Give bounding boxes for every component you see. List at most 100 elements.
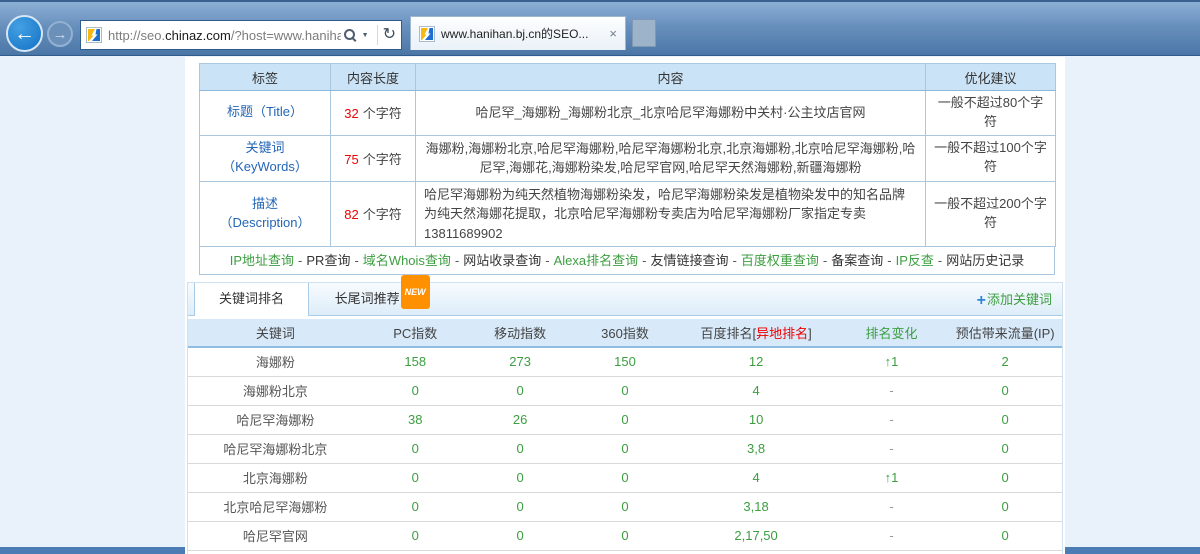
- quick-link[interactable]: Alexa排名查询: [554, 253, 639, 268]
- value-cell: 4: [677, 376, 834, 405]
- value-cell: 0: [948, 550, 1062, 554]
- quick-link[interactable]: IP反查: [896, 253, 934, 268]
- refresh-icon[interactable]: ↻: [383, 27, 396, 43]
- value-cell: 0: [573, 405, 678, 434]
- link-separator: -: [938, 253, 942, 268]
- meta-content: 哈尼罕海娜粉为纯天然植物海娜粉染发，哈尼罕海娜粉染发是植物染发中的知名品牌为纯天…: [416, 181, 926, 247]
- keyword-panel: 关键词排名 长尾词推荐NEW +添加关键词 关键词 PC指数 移动指数 360指…: [187, 282, 1063, 554]
- value-cell: ↑1: [835, 347, 949, 376]
- value-cell: 0: [573, 434, 678, 463]
- quick-link[interactable]: 备案查询: [831, 253, 883, 268]
- meta-suggestion: 一般不超过100个字符: [926, 135, 1056, 181]
- char-count: 82个字符: [331, 181, 416, 247]
- table-row: 北京海娜粉0004↑10: [188, 463, 1062, 492]
- value-cell: 273: [468, 347, 573, 376]
- tab-title: www.hanihan.bj.cn的SEO...: [441, 25, 605, 42]
- quick-link[interactable]: 百度权重查询: [741, 253, 819, 268]
- value-cell: 0: [948, 434, 1062, 463]
- tab-longtail-suggest[interactable]: 长尾词推荐NEW: [313, 283, 422, 316]
- browser-tab[interactable]: www.hanihan.bj.cn的SEO... ×: [410, 16, 626, 50]
- quick-link[interactable]: PR查询: [306, 253, 350, 268]
- search-icon[interactable]: [343, 28, 357, 42]
- keyword-cell: 哈尼罕官网: [188, 521, 363, 550]
- char-count: 75个字符: [331, 135, 416, 181]
- table-row: 关键词 （KeyWords） 75个字符 海娜粉,海娜粉北京,哈尼罕海娜粉,哈尼…: [200, 135, 1056, 181]
- forward-button[interactable]: →: [47, 21, 73, 47]
- site-favicon-icon: [86, 27, 102, 43]
- url-text[interactable]: http://seo.chinaz.com/?host=www.hanihan.…: [108, 28, 341, 43]
- value-cell: 0: [573, 492, 678, 521]
- keyword-cell: 北京海娜粉: [188, 463, 363, 492]
- col-header-mobile-index: 移动指数: [468, 319, 573, 347]
- value-cell: 0: [573, 550, 678, 554]
- value-cell: 3,8: [677, 434, 834, 463]
- tab-favicon-icon: [419, 26, 435, 42]
- value-cell: 0: [363, 521, 468, 550]
- value-cell: 0: [363, 550, 468, 554]
- link-separator: -: [545, 253, 549, 268]
- page-content: 标签 内容长度 内容 优化建议 标题（Title）: [185, 57, 1065, 554]
- col-header-content: 内容: [416, 64, 926, 91]
- seo-meta-table: 标签 内容长度 内容 优化建议 标题（Title）: [199, 63, 1056, 247]
- meta-suggestion: 一般不超过80个字符: [926, 91, 1056, 136]
- table-row: 哈尼罕海娜粉3826010-0: [188, 405, 1062, 434]
- keyword-table-body: 海娜粉15827315012↑12海娜粉北京0004-0哈尼罕海娜粉382601…: [188, 347, 1062, 554]
- value-cell: 38: [363, 405, 468, 434]
- address-bar-divider: [377, 25, 378, 45]
- value-cell: 0: [363, 492, 468, 521]
- table-row: 哈尼罕海娜粉北京0003,8-0: [188, 434, 1062, 463]
- value-cell: 0: [948, 492, 1062, 521]
- value-cell: 7: [677, 550, 834, 554]
- address-bar[interactable]: http://seo.chinaz.com/?host=www.hanihan.…: [80, 20, 402, 50]
- link-separator: -: [354, 253, 358, 268]
- value-cell: -: [835, 434, 949, 463]
- value-cell: 150: [573, 347, 678, 376]
- keyword-rank-table: 关键词 PC指数 移动指数 360指数 百度排名[异地排名] 排名变化 预估带来…: [188, 319, 1062, 554]
- keyword-cell: 北京哈尼罕海娜粉: [188, 492, 363, 521]
- link-separator: -: [298, 253, 302, 268]
- link-separator: -: [823, 253, 827, 268]
- value-cell: 2: [948, 347, 1062, 376]
- value-cell: -: [835, 376, 949, 405]
- add-keyword-button[interactable]: +添加关键词: [977, 283, 1052, 317]
- meta-label-description-link[interactable]: 描述 （Description）: [219, 195, 310, 233]
- value-cell: 2,17,50: [677, 521, 834, 550]
- link-separator: -: [642, 253, 646, 268]
- tab-close-icon[interactable]: ×: [609, 26, 617, 41]
- value-cell: 12: [677, 347, 834, 376]
- meta-label-keywords-link[interactable]: 关键词 （KeyWords）: [222, 139, 308, 177]
- value-cell: 10: [677, 405, 834, 434]
- tab-keyword-rank[interactable]: 关键词排名: [194, 283, 309, 316]
- value-cell: 158: [363, 347, 468, 376]
- quick-link[interactable]: 网站收录查询: [463, 253, 541, 268]
- value-cell: 0: [573, 376, 678, 405]
- webpage: 标签 内容长度 内容 优化建议 标题（Title）: [0, 57, 1200, 554]
- value-cell: 0: [573, 463, 678, 492]
- quick-link[interactable]: 网站历史记录: [946, 253, 1024, 268]
- tab-bar: 关键词排名 长尾词推荐NEW +添加关键词: [188, 283, 1062, 316]
- value-cell: -: [835, 492, 949, 521]
- value-cell: -: [835, 550, 949, 554]
- quick-link[interactable]: 友情链接查询: [651, 253, 729, 268]
- quick-link[interactable]: IP地址查询: [230, 253, 294, 268]
- value-cell: 0: [468, 434, 573, 463]
- table-row: 海娜粉15827315012↑12: [188, 347, 1062, 376]
- col-header-traffic: 预估带来流量(IP): [948, 319, 1062, 347]
- new-tab-button[interactable]: [632, 19, 656, 47]
- chevron-down-icon[interactable]: ▼: [362, 32, 369, 39]
- back-button[interactable]: ←: [6, 15, 43, 52]
- link-separator: -: [887, 253, 891, 268]
- value-cell: 0: [363, 434, 468, 463]
- value-cell: 0: [468, 521, 573, 550]
- quick-link[interactable]: 域名Whois查询: [363, 253, 451, 268]
- url-prefix: http://seo.: [108, 28, 165, 43]
- char-count: 32个字符: [331, 91, 416, 136]
- col-header-baidu-rank: 百度排名[异地排名]: [677, 319, 834, 347]
- col-header-suggestion: 优化建议: [926, 64, 1056, 91]
- value-cell: 0: [948, 376, 1062, 405]
- col-header-pc-index: PC指数: [363, 319, 468, 347]
- col-header-length: 内容长度: [331, 64, 416, 91]
- meta-label-title-link[interactable]: 标题（Title）: [227, 103, 303, 122]
- screen: ← → http://seo.chinaz.com/?host=www.hani…: [0, 0, 1200, 554]
- url-domain: chinaz.com: [165, 28, 231, 43]
